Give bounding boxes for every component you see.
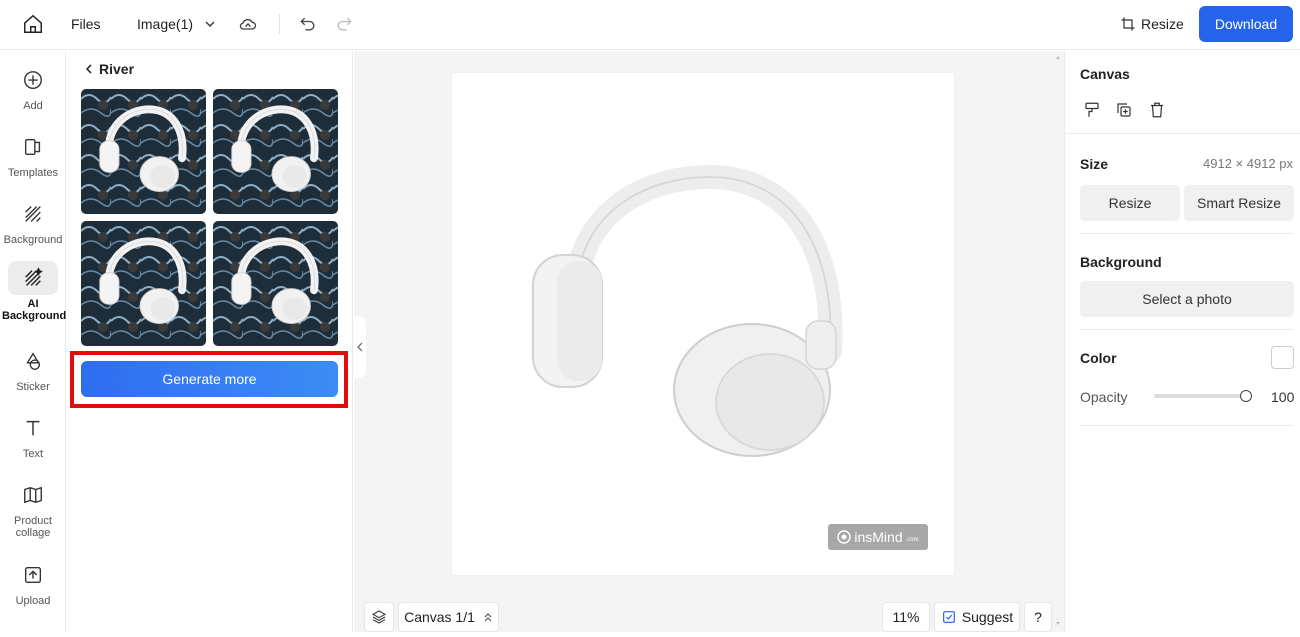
canvas-pager-label: Canvas 1/1: [404, 609, 475, 625]
canvas-scrollbar[interactable]: [1053, 51, 1063, 632]
color-title: Color: [1080, 350, 1117, 366]
size-value: 4912 × 4912 px: [1203, 156, 1293, 171]
zoom-level[interactable]: 11%: [882, 602, 930, 632]
nav-label: Product collage: [14, 515, 52, 539]
trash-icon[interactable]: [1148, 101, 1166, 124]
left-nav: Add Templates Background AI Background S…: [0, 51, 66, 632]
watermark-text: insMind: [854, 529, 903, 545]
paint-format-icon[interactable]: [1083, 101, 1101, 124]
divider: [1080, 425, 1294, 426]
back-label: River: [99, 61, 135, 77]
select-photo-button[interactable]: Select a photo: [1080, 281, 1294, 317]
back-button[interactable]: River: [83, 61, 134, 77]
collapse-panel-button[interactable]: [354, 316, 366, 378]
divider: [1065, 133, 1300, 134]
generate-more-button[interactable]: Generate more: [81, 361, 338, 397]
nav-label: Add: [23, 100, 43, 112]
cloud-icon[interactable]: [238, 0, 258, 48]
opacity-slider-handle[interactable]: [1240, 390, 1252, 402]
suggest-icon: [942, 611, 955, 623]
color-swatch[interactable]: [1271, 346, 1294, 369]
nav-label: Background: [3, 234, 63, 246]
chevron-up-double-icon: [484, 613, 492, 622]
suggest-button[interactable]: Suggest: [934, 602, 1020, 632]
properties-panel: Canvas Size 4912 × 4912 px Resize Smart …: [1064, 51, 1300, 632]
opacity-slider[interactable]: [1154, 394, 1246, 398]
nav-item-background[interactable]: Background: [0, 197, 66, 246]
result-thumbnail[interactable]: [213, 89, 338, 214]
chevron-down-icon: [205, 21, 215, 27]
crop-icon: [1121, 17, 1135, 31]
templates-icon: [8, 130, 58, 164]
canvas-title: Canvas: [1080, 66, 1130, 82]
opacity-value: 100: [1271, 389, 1295, 405]
opacity-title: Opacity: [1080, 389, 1128, 405]
canvas-page[interactable]: insMind .com: [452, 73, 954, 575]
result-thumbnail[interactable]: [81, 221, 206, 346]
nav-item-product-collage[interactable]: Product collage: [0, 478, 66, 539]
files-menu[interactable]: Files: [71, 0, 101, 48]
background-icon: [8, 197, 58, 231]
suggest-label: Suggest: [961, 609, 1014, 625]
nav-item-sticker[interactable]: Sticker: [0, 344, 66, 393]
resize-label: Resize: [1141, 16, 1184, 32]
home-icon[interactable]: [22, 0, 44, 48]
upload-icon: [8, 558, 58, 592]
chevron-left-icon: [357, 342, 363, 352]
nav-item-templates[interactable]: Templates: [0, 130, 66, 179]
download-button[interactable]: Download: [1199, 6, 1293, 42]
image-menu[interactable]: Image(1): [137, 0, 215, 48]
collage-icon: [8, 478, 58, 512]
nav-label: AI Background: [2, 298, 67, 322]
plus-circle-icon: [8, 63, 58, 97]
headphones-image[interactable]: [512, 153, 872, 483]
ai-background-panel: River Generate more: [67, 51, 353, 632]
nav-label: Upload: [15, 595, 51, 607]
nav-label: Templates: [7, 167, 59, 179]
canvas-pager[interactable]: Canvas 1/1: [398, 602, 499, 632]
size-title: Size: [1080, 156, 1109, 172]
nav-label: Sticker: [16, 381, 50, 393]
duplicate-icon[interactable]: [1115, 101, 1133, 124]
result-thumbnail[interactable]: [213, 221, 338, 346]
text-icon: [8, 411, 58, 445]
sticker-icon: [8, 344, 58, 378]
undo-icon[interactable]: [298, 0, 318, 48]
toolbar-divider: [279, 14, 280, 34]
ai-background-icon: [8, 261, 58, 295]
resize-button[interactable]: Resize: [1120, 0, 1184, 48]
result-thumbnail[interactable]: [81, 89, 206, 214]
insmind-logo-icon: [837, 530, 852, 544]
smart-resize-button[interactable]: Smart Resize: [1184, 185, 1294, 221]
redo-icon[interactable]: [334, 0, 354, 48]
background-title: Background: [1080, 254, 1162, 270]
top-bar: Files Image(1) Resize Download: [0, 0, 1300, 50]
layers-icon: [371, 610, 387, 624]
layers-button[interactable]: [364, 602, 394, 632]
nav-item-upload[interactable]: Upload: [0, 558, 66, 607]
divider: [1080, 329, 1294, 330]
watermark-suffix: .com: [905, 537, 919, 543]
nav-item-text[interactable]: Text: [0, 411, 66, 460]
nav-item-add[interactable]: Add: [0, 63, 66, 112]
divider: [1080, 233, 1294, 234]
image-menu-label: Image(1): [137, 16, 194, 32]
watermark: insMind .com: [828, 524, 928, 550]
nav-label: Text: [22, 448, 44, 460]
chevron-left-icon: [85, 64, 92, 74]
help-button[interactable]: ?: [1024, 602, 1052, 632]
resize-button[interactable]: Resize: [1080, 185, 1180, 221]
nav-item-ai-background[interactable]: AI Background: [0, 261, 66, 322]
canvas-area: insMind .com Canvas 1/1 11% Suggest ?: [354, 51, 1064, 632]
